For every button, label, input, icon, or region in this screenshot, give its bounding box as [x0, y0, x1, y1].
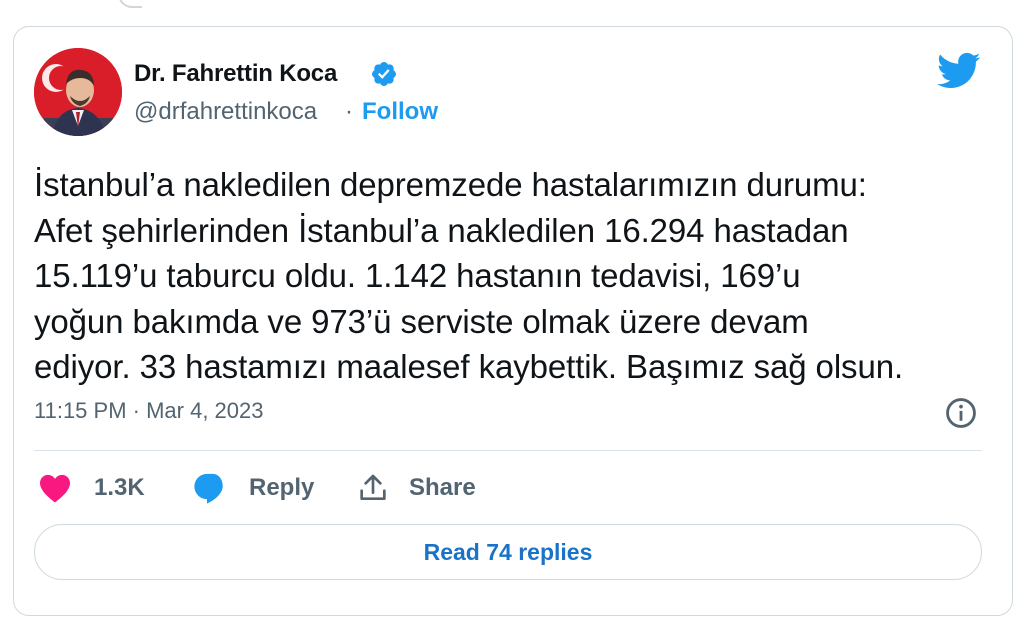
tweet-line: İstanbul’a nakledilen depremzede hastala…: [34, 166, 867, 203]
tweet-line: yoğun bakımda ve 973’ü serviste olmak üz…: [34, 302, 809, 340]
share-icon: [360, 474, 386, 500]
follow-button[interactable]: Follow: [362, 98, 438, 126]
like-button[interactable]: 1.3K: [38, 470, 145, 506]
tweet-line: Afet şehirlerinden İstanbul’a nakledilen…: [34, 211, 849, 249]
twitter-bird-icon[interactable]: [937, 52, 981, 90]
author-handle[interactable]: @drfahrettinkoca: [134, 98, 317, 126]
reply-bubble-icon: [194, 473, 223, 504]
read-replies-button[interactable]: Read 74 replies: [34, 524, 982, 580]
tweet-line: ediyor. 33 hastamızı maalesef kaybettik.…: [34, 348, 904, 385]
divider: [34, 450, 982, 451]
share-label: Share: [409, 474, 476, 501]
thread-connector: [118, 0, 142, 8]
info-icon[interactable]: [944, 396, 978, 430]
reply-button[interactable]: Reply: [193, 470, 314, 506]
handle-separator: ·: [345, 98, 353, 125]
tweet-text: İstanbul’a nakledilen depremzede hastala…: [34, 162, 994, 390]
heart-icon: [40, 474, 70, 503]
tweet-timestamp[interactable]: 11:15 PM · Mar 4, 2023: [34, 398, 264, 424]
like-count: 1.3K: [94, 474, 145, 501]
tweet-line: 15.119’u taburcu oldu. 1.142 hastanın te…: [34, 257, 801, 294]
verified-badge-icon: [372, 62, 396, 86]
avatar[interactable]: [34, 48, 122, 136]
author-name[interactable]: Dr. Fahrettin Koca: [134, 60, 337, 88]
reply-label: Reply: [249, 474, 315, 501]
share-button[interactable]: Share: [357, 470, 476, 506]
